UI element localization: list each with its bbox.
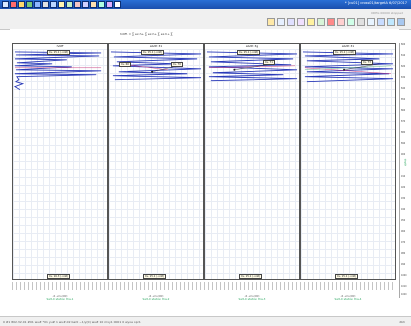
tick-row <box>12 282 108 290</box>
track-panel-2[interactable]: abdlt 31 0+ 15.1 (-odd) 0+ 60 0+ 70 0+ 1… <box>108 43 204 280</box>
bottom-axis-title: Salt-0 station tha-2 <box>142 297 170 301</box>
depth-tick: 830 <box>401 76 406 79</box>
print-preview-icon[interactable] <box>397 18 405 26</box>
new-icon[interactable] <box>10 1 17 8</box>
help-icon[interactable] <box>114 1 121 8</box>
depth-tick: 1010 <box>401 285 407 288</box>
depth-axis-label: depth <box>403 158 407 167</box>
bottom-scale-2: -6 +hs(90) Salt-0 station tha-2 <box>108 282 204 304</box>
depth-tick: 870 <box>401 120 406 123</box>
depth-tick: 880 <box>401 131 406 134</box>
depth-tick: 940 <box>401 208 406 211</box>
track-panel-1[interactable]: hdiff 0+ 15.1 (-odd) 0+ 16.3 (-odd) <box>12 43 108 280</box>
marker-annotation[interactable]: 0+ 71 <box>263 60 275 65</box>
depth-tick: 980 <box>401 252 406 255</box>
zoom-icon[interactable] <box>82 1 89 8</box>
bottom-scale-3: -6 +hs(90) Salt-0 station tha-3 <box>204 282 300 304</box>
paste-icon[interactable] <box>58 1 65 8</box>
toolbar-buttons <box>267 18 405 26</box>
depth-tick: 1000 <box>401 274 407 277</box>
tick-row <box>204 282 300 290</box>
depth-tick: 890 <box>401 142 406 145</box>
depth-tick: 930 <box>401 197 406 200</box>
track-top-scale[interactable]: 0+ 15.1 (-odd) <box>237 50 261 55</box>
copy-icon[interactable] <box>50 1 57 8</box>
table-view-icon[interactable] <box>287 18 295 26</box>
export-icon[interactable] <box>387 18 395 26</box>
curve-plot <box>302 51 394 83</box>
marker-annotation[interactable]: 0+ 70 <box>171 62 183 67</box>
track-bottom-scale[interactable]: 0+ 15.1 (-odd) <box>143 274 167 279</box>
depth-tick: 860 <box>401 109 406 112</box>
curve-edit-icon[interactable] <box>317 18 325 26</box>
marker-annotation[interactable]: 0+ 73 <box>361 60 373 65</box>
bottom-axis-title: Salt-0 station tha-3 <box>238 297 266 301</box>
track-equation: hdiff· = ∑ ex·h+ ∑ ex·h+ ∑ ex·h+ ∑ <box>120 32 173 36</box>
measure-icon[interactable] <box>347 18 355 26</box>
depth-tick: 840 <box>401 87 406 90</box>
depth-tick: 810 <box>401 54 406 57</box>
bottom-scale-4: -6 +hs(90) Salt-0 station tha-4 <box>300 282 396 304</box>
depth-tick: 800 <box>401 43 406 46</box>
settings-icon[interactable] <box>106 1 113 8</box>
track-top-scale[interactable]: 0+ 15.1 (-odd) <box>141 50 165 55</box>
highlight-tool-icon[interactable] <box>307 18 315 26</box>
redo-icon[interactable] <box>74 1 81 8</box>
tick-row <box>108 282 204 290</box>
layout-view-icon[interactable] <box>297 18 305 26</box>
save-icon[interactable] <box>26 1 33 8</box>
grid-icon[interactable] <box>90 1 97 8</box>
bottom-axis-title: Salt-0 station tha-1 <box>46 297 74 301</box>
tick-row <box>300 282 396 290</box>
pan-tool-icon[interactable] <box>277 18 285 26</box>
print-icon[interactable] <box>34 1 41 8</box>
depth-tick: 950 <box>401 219 406 222</box>
undo-icon[interactable] <box>66 1 73 8</box>
track-bottom-scale[interactable]: 0+ 15.1 (-odd) <box>335 274 359 279</box>
depth-tick: 820 <box>401 65 406 68</box>
app-icon[interactable] <box>2 1 9 8</box>
status-right: dbh <box>399 320 405 324</box>
track-icon[interactable] <box>377 18 385 26</box>
title-bar: * [cu01] cross01/targetA 6/07/2017 <box>0 0 411 9</box>
track-top-scale[interactable]: 0+ 15.1 (-odd) <box>333 50 357 55</box>
depth-tick: 850 <box>401 98 406 101</box>
depth-tick: 1020 <box>401 293 407 296</box>
bottom-scale-1: -6 +hs(90) Salt-0 station tha-1 <box>12 282 108 304</box>
flag-icon[interactable] <box>327 18 335 26</box>
open-icon[interactable] <box>18 1 25 8</box>
window-title: * [cu01] cross01/targetA 6/07/2017 <box>344 1 407 5</box>
ribbon-toolbar: 0DEG 00000 stopped <box>0 9 411 30</box>
chart-icon[interactable] <box>98 1 105 8</box>
track-top-scale[interactable]: 0+ 15.1 (-odd) <box>47 50 71 55</box>
depth-tick: 920 <box>401 186 406 189</box>
track-panel-3[interactable]: abdlt 3g 0+ 15.1 (-odd) 0+ 71 0+ 15.1 (-… <box>204 43 300 280</box>
select-tool-icon[interactable] <box>267 18 275 26</box>
curve-plot <box>110 51 202 81</box>
track-bottom-scale[interactable]: 0+ 15.1 (-odd) <box>239 274 263 279</box>
cut-icon[interactable] <box>42 1 49 8</box>
depth-scale-icon[interactable] <box>367 18 375 26</box>
depth-tick: 900 <box>401 153 406 156</box>
depth-tick: 960 <box>401 230 406 233</box>
marker-annotation[interactable]: 0+ 60 <box>119 62 131 67</box>
bottom-axis-title: Salt-0 station tha-4 <box>334 297 362 301</box>
quick-access-toolbar <box>2 1 121 8</box>
depth-tick: 910 <box>401 175 406 178</box>
toolbar-status: 0DEG 00000 stopped <box>370 11 403 15</box>
curve-plot <box>206 51 298 82</box>
filter-icon[interactable] <box>357 18 365 26</box>
depth-axis[interactable]: 800 810 820 830 840 850 860 870 880 890 … <box>399 43 409 298</box>
status-text: 0 #1 802.32.01 #01 wu# *01 yu# 1 wu#.02 … <box>3 320 141 324</box>
track-panel-4[interactable]: abdlt 31 0+ 15.1 (-odd) 0+ 73 0+ 15.1 (-… <box>300 43 396 280</box>
track-bottom-scale[interactable]: 0+ 16.3 (-odd) <box>47 274 71 279</box>
depth-tick: 970 <box>401 241 406 244</box>
curve-plot <box>13 51 102 90</box>
depth-tick: 990 <box>401 263 406 266</box>
marker-icon[interactable] <box>337 18 345 26</box>
